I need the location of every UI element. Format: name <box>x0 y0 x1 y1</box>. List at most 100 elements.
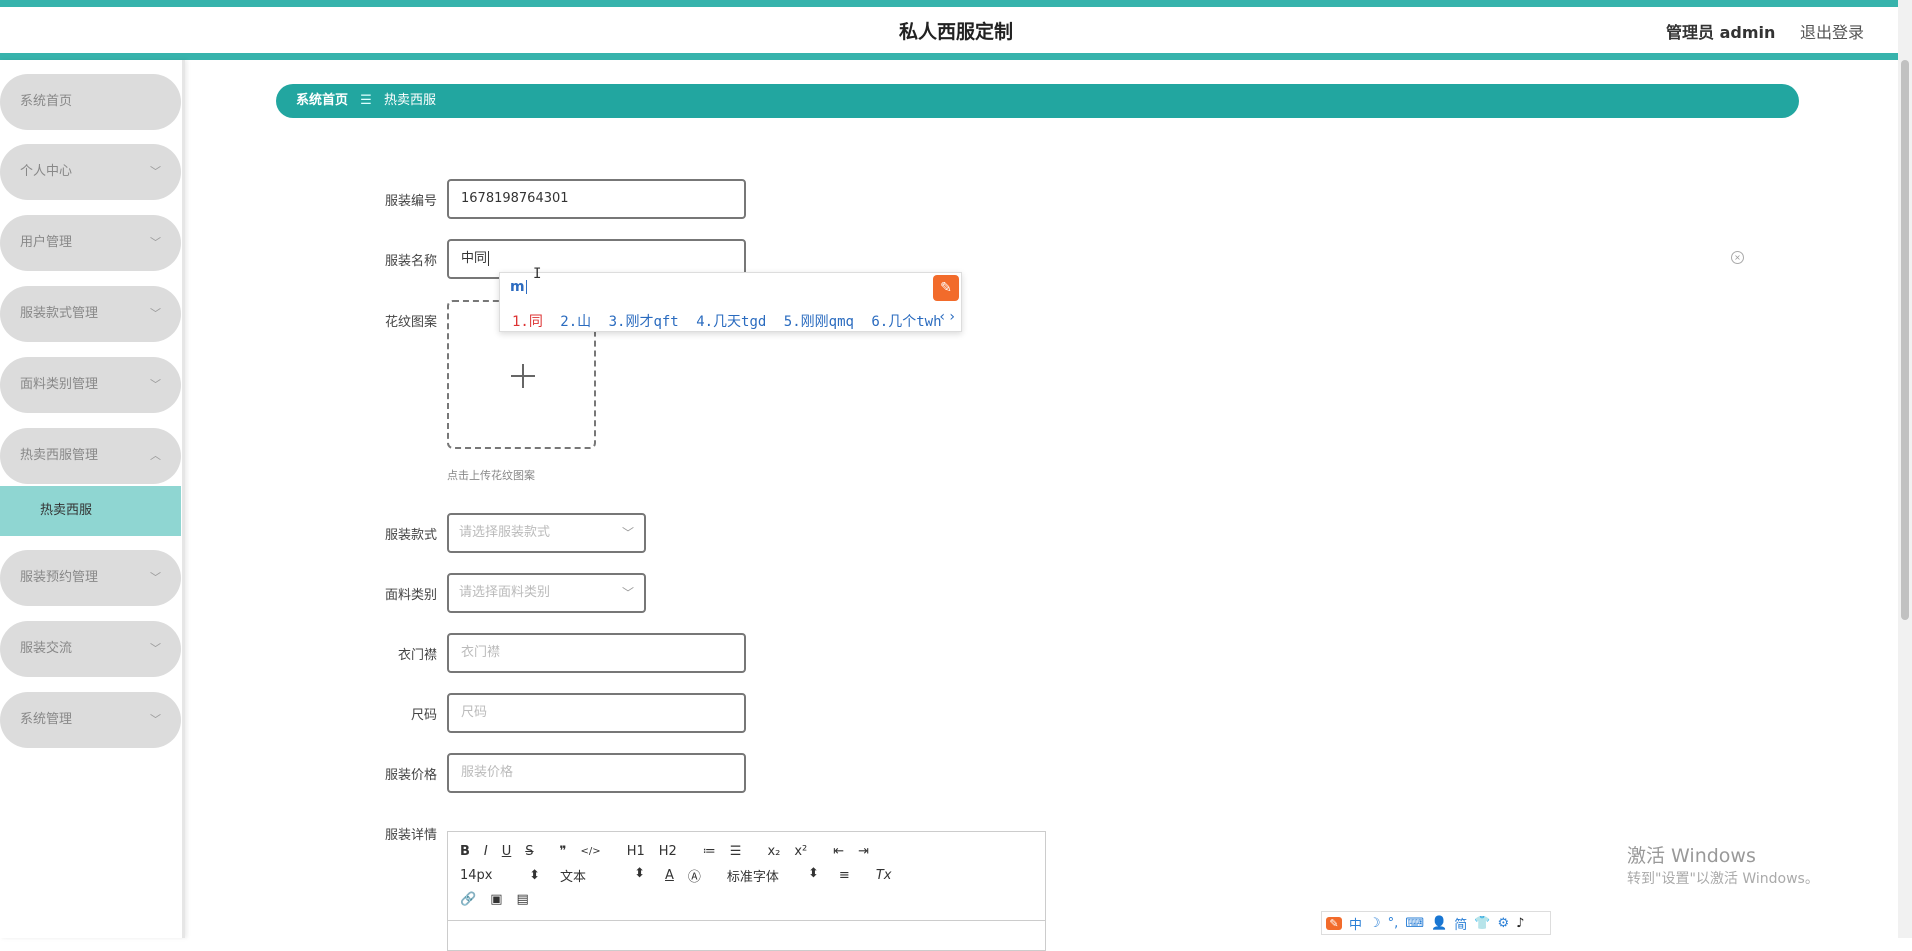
code-block-icon[interactable]: </> <box>581 846 601 857</box>
subscript-icon[interactable]: x₂ <box>767 844 780 859</box>
ime-candidate[interactable]: 4.几天tgd <box>696 314 766 330</box>
pattern-label: 花纹图案 <box>384 315 437 330</box>
sidebar-item-personal-center[interactable]: 个人中心 ﹀ <box>0 144 181 200</box>
chevron-down-icon: ﹀ <box>150 642 161 655</box>
ime-candidate[interactable]: 6.几个twh <box>871 314 941 330</box>
tiktok-icon[interactable]: ♪ <box>1516 916 1524 931</box>
text-type-select[interactable]: 文本 ⬍ <box>560 866 645 885</box>
ime-candidate[interactable]: 3.刚才qft <box>609 314 679 330</box>
sidebar-item-label: 面料类别管理 <box>20 377 99 392</box>
simplified-icon[interactable]: 简 <box>1454 914 1467 933</box>
style-label: 服装款式 <box>384 528 437 543</box>
strikethrough-icon[interactable]: S <box>525 844 533 859</box>
ordered-list-icon[interactable]: ≔ <box>703 844 716 859</box>
gear-icon[interactable]: ⚙ <box>1497 916 1509 931</box>
name-value: 中同 <box>461 251 488 266</box>
ime-logo-icon[interactable]: ✎ <box>1326 916 1342 930</box>
sidebar-item-label: 热卖西服管理 <box>20 448 99 463</box>
image-icon[interactable]: ▣ <box>490 892 502 907</box>
updown-icon: ⬍ <box>529 867 540 883</box>
clear-format-icon[interactable]: Tx <box>876 868 892 883</box>
bullet-list-icon[interactable]: ☰ <box>730 844 742 859</box>
editor-toolbar-row-3: 🔗 ▣ ▤ <box>460 888 543 910</box>
bold-icon[interactable]: B <box>460 844 470 859</box>
details-label: 服装详情 <box>384 828 437 843</box>
logout-link[interactable]: 退出登录 <box>1800 19 1864 43</box>
ime-candidate[interactable]: 5.刚刚qmq <box>784 314 854 330</box>
size-label: 尺码 <box>410 708 437 723</box>
sidebar-item-label: 系统管理 <box>20 712 73 727</box>
size-placeholder: 尺码 <box>461 705 488 720</box>
blockquote-icon[interactable]: ❞ <box>560 844 567 859</box>
heading1-icon[interactable]: H1 <box>627 844 645 859</box>
sidebar-item-user-management[interactable]: 用户管理 ﹀ <box>0 215 181 271</box>
text-cursor-icon: I <box>533 266 542 282</box>
video-icon[interactable]: ▤ <box>516 892 528 907</box>
ime-candidate[interactable]: 2.山 <box>560 314 591 330</box>
sidebar-subitem-hot-suits[interactable]: 热卖西服 <box>0 486 181 536</box>
sidebar-item-system-management[interactable]: 系统管理 ﹀ <box>0 692 181 748</box>
placket-input[interactable]: 衣门襟 <box>447 633 746 673</box>
text-caret <box>488 251 490 266</box>
chinese-mode-icon[interactable]: 中 <box>1349 914 1362 933</box>
italic-icon[interactable]: I <box>484 844 488 859</box>
sidebar: 系统首页 个人中心 ﹀ 用户管理 ﹀ 服装款式管理 ﹀ 面料类别管理 ﹀ 热卖西… <box>0 60 185 938</box>
breadcrumb: 系统首页 ☰ 热卖西服 <box>276 84 1799 118</box>
skin-icon[interactable]: 👕 <box>1474 916 1490 931</box>
placket-placeholder: 衣门襟 <box>461 645 501 660</box>
underline-icon[interactable]: U <box>502 844 512 859</box>
superscript-icon[interactable]: x² <box>794 844 807 859</box>
chevron-down-icon: ﹀ <box>150 236 161 249</box>
sidebar-item-label: 服装交流 <box>20 641 73 656</box>
font-size-select[interactable]: 14px ⬍ <box>460 868 540 883</box>
price-input[interactable]: 服装价格 <box>447 753 746 793</box>
sidebar-item-home[interactable]: 系统首页 <box>0 74 181 130</box>
sidebar-item-fabric-management[interactable]: 面料类别管理 ﹀ <box>0 357 181 413</box>
sidebar-item-appointment-management[interactable]: 服装预约管理 ﹀ <box>0 550 181 606</box>
user-icon[interactable]: 👤 <box>1431 916 1447 931</box>
outdent-icon[interactable]: ⇤ <box>833 844 844 859</box>
menu-icon: ☰ <box>360 93 372 108</box>
punctuation-icon[interactable]: °, <box>1388 916 1399 931</box>
size-input[interactable]: 尺码 <box>447 693 746 733</box>
indent-icon[interactable]: ⇥ <box>858 844 869 859</box>
chevron-down-icon: ﹀ <box>150 307 161 320</box>
ime-toolbar: ✎ 中 ☽ °, ⌨ 👤 简 👕 ⚙ ♪ <box>1321 911 1551 935</box>
background-color-icon[interactable]: Ⓐ <box>688 866 701 885</box>
fabric-placeholder: 请选择面料类别 <box>459 585 551 600</box>
chevron-down-icon: ﹀ <box>621 526 634 540</box>
ime-composition: m <box>510 279 527 295</box>
sidebar-item-style-management[interactable]: 服装款式管理 ﹀ <box>0 286 181 342</box>
ime-logo-icon: ✎ <box>933 275 959 301</box>
font-family-select[interactable]: 标准字体 ⬍ <box>727 866 819 885</box>
updown-icon: ⬍ <box>634 865 645 881</box>
font-color-icon[interactable]: A <box>665 868 674 883</box>
editor-toolbar-row-1: B I U S ❞ </> H1 H2 ≔ ☰ x₂ x² ⇤ ⇥ <box>460 840 883 862</box>
sidebar-item-hot-suits-management[interactable]: 热卖西服管理 ︿ <box>0 428 181 484</box>
details-editor[interactable]: B I U S ❞ </> H1 H2 ≔ ☰ x₂ x² ⇤ ⇥ 14px ⬍… <box>447 831 1046 951</box>
style-select[interactable]: 请选择服装款式 ﹀ <box>447 513 646 553</box>
moon-icon[interactable]: ☽ <box>1369 916 1381 931</box>
align-icon[interactable]: ≡ <box>839 868 850 883</box>
fabric-select[interactable]: 请选择面料类别 ﹀ <box>447 573 646 613</box>
scrollbar-thumb[interactable] <box>1901 60 1909 620</box>
breadcrumb-current: 热卖西服 <box>383 93 436 108</box>
chevron-up-icon: ︿ <box>150 449 161 462</box>
chevron-down-icon: ﹀ <box>621 586 634 600</box>
ime-candidate-list: 1.同 2.山 3.刚才qft 4.几天tgd 5.刚刚qmq 6.几个twh <box>512 311 951 331</box>
ime-candidate[interactable]: 1.同 <box>512 314 543 330</box>
breadcrumb-home[interactable]: 系统首页 <box>296 93 348 108</box>
heading2-icon[interactable]: H2 <box>659 844 677 859</box>
close-circle-icon[interactable]: × <box>1731 251 1744 264</box>
text-type-value: 文本 <box>560 869 587 885</box>
code-input[interactable]: 1678198764301 <box>447 179 746 219</box>
ime-page-nav[interactable]: ‹ › <box>939 309 955 325</box>
sidebar-item-label: 个人中心 <box>20 164 73 179</box>
keyboard-icon[interactable]: ⌨ <box>1405 916 1424 931</box>
chevron-down-icon: ﹀ <box>150 571 161 584</box>
top-bar: 私人西服定制 管理员 admin 退出登录 <box>0 0 1912 60</box>
code-label: 服装编号 <box>384 194 437 209</box>
sidebar-item-communication[interactable]: 服装交流 ﹀ <box>0 621 181 677</box>
link-icon[interactable]: 🔗 <box>460 892 476 907</box>
fabric-label: 面料类别 <box>384 588 437 603</box>
